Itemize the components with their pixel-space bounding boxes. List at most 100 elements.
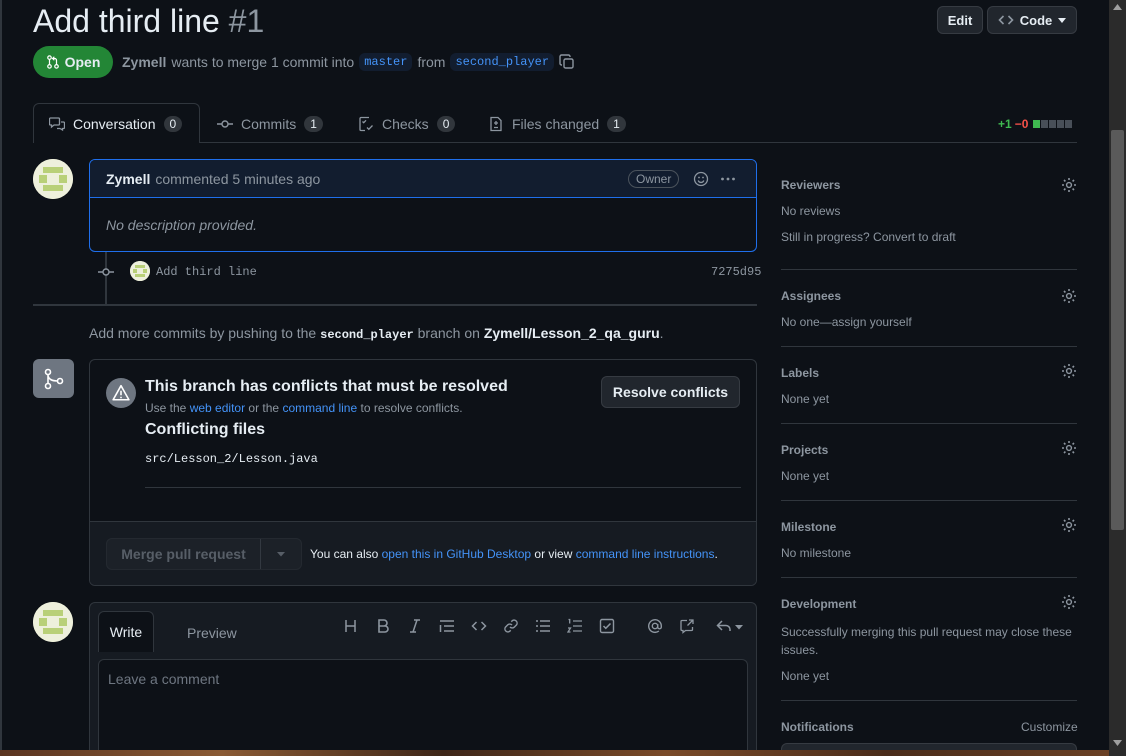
comment-body: No description provided. [106, 217, 257, 233]
resolve-conflicts-button[interactable]: Resolve conflicts [601, 376, 740, 408]
smiley-icon[interactable] [693, 171, 709, 187]
conflict-hint: Use the web editor or the command line t… [145, 401, 463, 415]
heading-icon[interactable] [343, 618, 359, 634]
head-branch[interactable]: second_player [450, 53, 555, 71]
base-branch[interactable]: master [359, 53, 413, 71]
assign-yourself-link[interactable]: No one—assign yourself [781, 315, 912, 329]
customize-link[interactable]: Customize [1021, 720, 1078, 734]
commit-sha[interactable]: 7275d95 [711, 265, 761, 279]
diffstat-block-neutral [1041, 120, 1049, 128]
web-editor-link[interactable]: web editor [190, 401, 245, 415]
merge-or-view-text: or view [534, 547, 573, 561]
scroll-down-icon[interactable] [1113, 740, 1122, 746]
window-edge [0, 0, 2, 756]
scroll-up-icon[interactable] [1113, 4, 1122, 10]
command-line-link[interactable]: command line [282, 401, 357, 415]
merge-actions: Merge pull request You can also open thi… [90, 521, 756, 585]
merge-summary: Zymell wants to merge 1 commit into mast… [122, 53, 575, 71]
milestone-value: No milestone [781, 546, 852, 560]
reply-icon[interactable] [716, 618, 732, 634]
code-icon [998, 15, 1014, 25]
assignees-heading[interactable]: Assignees [781, 289, 841, 303]
gear-icon[interactable] [1061, 288, 1077, 304]
merge-pull-request-button[interactable]: Merge pull request [106, 538, 302, 570]
git-merge-icon [44, 368, 63, 389]
command-line-instructions-link[interactable]: command line instructions [576, 547, 715, 561]
notifications-heading: Notifications [781, 720, 854, 734]
italic-icon[interactable] [407, 618, 423, 634]
tab-write[interactable]: Write [98, 611, 154, 652]
gear-icon[interactable] [1061, 517, 1077, 533]
cross-reference-icon[interactable] [679, 618, 695, 634]
diffstat-added: +1 [998, 117, 1012, 131]
commit-message[interactable]: Add third line [156, 265, 257, 279]
copy-icon[interactable] [559, 54, 575, 70]
reviewers-value: No reviews [781, 204, 841, 218]
identicon [33, 159, 73, 199]
edit-button[interactable]: Edit [937, 6, 983, 34]
tab-files-changed[interactable]: Files changed 1 [488, 104, 626, 143]
tab-files-changed-label: Files changed [512, 115, 600, 132]
current-user-avatar[interactable] [33, 602, 73, 642]
tab-conversation[interactable]: Conversation 0 [49, 104, 183, 143]
reviewers-heading[interactable]: Reviewers [781, 178, 840, 192]
sidebar-divider [781, 423, 1077, 424]
quote-icon[interactable] [439, 618, 455, 634]
git-commit-icon [98, 268, 114, 276]
tab-preview[interactable]: Preview [187, 625, 237, 641]
chevron-down-icon[interactable] [735, 624, 743, 630]
labels-heading[interactable]: Labels [781, 366, 819, 380]
repo-link[interactable]: Zymell/Lesson_2_qa_guru [484, 325, 660, 341]
commit-avatar[interactable] [130, 261, 150, 281]
merge-button-label: Merge pull request [107, 539, 261, 569]
checklist-icon [359, 116, 373, 131]
status-badge: Open [33, 46, 113, 78]
scrollbar-thumb[interactable] [1111, 130, 1124, 530]
github-desktop-link[interactable]: open this in GitHub Desktop [382, 547, 531, 561]
status-label: Open [64, 54, 101, 70]
comment-textarea[interactable]: Leave a comment [98, 659, 748, 756]
comment-timestamp[interactable]: commented 5 minutes ago [155, 171, 320, 187]
projects-heading[interactable]: Projects [781, 443, 828, 457]
diffstat: +1 −0 [998, 117, 1073, 131]
comment-author[interactable]: Zymell [106, 171, 150, 187]
alert-icon [112, 384, 130, 401]
conflict-divider [145, 487, 741, 488]
author-link[interactable]: Zymell [122, 54, 166, 70]
push-hint: Add more commits by pushing to the secon… [89, 325, 664, 342]
gear-icon[interactable] [1061, 440, 1077, 456]
edit-button-label: Edit [947, 12, 973, 28]
conflict-title: This branch has conflicts that must be r… [145, 378, 508, 395]
push-hint-middle: branch on [417, 325, 480, 341]
diffstat-block-added [1033, 120, 1041, 128]
merge-method-dropdown[interactable] [261, 539, 301, 569]
gear-icon[interactable] [1061, 594, 1077, 610]
git-pull-request-icon [46, 55, 59, 69]
code-button[interactable]: Code [987, 6, 1077, 34]
conflict-resolve-text: to resolve conflicts. [360, 401, 463, 415]
mention-icon[interactable] [647, 618, 663, 634]
link-icon[interactable] [503, 618, 519, 634]
pr-number: #1 [228, 3, 265, 39]
milestone-heading[interactable]: Milestone [781, 520, 836, 534]
diffstat-block-neutral [1057, 120, 1065, 128]
gear-icon[interactable] [1061, 363, 1077, 379]
code-icon[interactable] [471, 618, 487, 634]
tab-checks[interactable]: Checks 0 [358, 104, 456, 143]
development-description: Successfully merging this pull request m… [781, 625, 1072, 657]
labels-value: None yet [781, 392, 830, 406]
ordered-list-icon[interactable] [567, 618, 583, 634]
development-heading[interactable]: Development [781, 597, 856, 611]
convert-to-draft-link[interactable]: Still in progress? Convert to draft [781, 230, 956, 244]
tasklist-icon[interactable] [599, 618, 615, 634]
comment-placeholder: Leave a comment [108, 671, 220, 687]
pull-request-page: { "header": { "title": "Add third line",… [0, 0, 1126, 756]
avatar[interactable] [33, 159, 73, 199]
push-hint-branch: second_player [320, 328, 414, 342]
gear-icon[interactable] [1061, 177, 1077, 193]
kebab-horizontal-icon[interactable] [720, 171, 736, 187]
unordered-list-icon[interactable] [535, 618, 551, 634]
bold-icon[interactable] [375, 618, 391, 634]
tab-commits[interactable]: Commits 1 [217, 104, 323, 143]
sidebar-divider [781, 500, 1077, 501]
